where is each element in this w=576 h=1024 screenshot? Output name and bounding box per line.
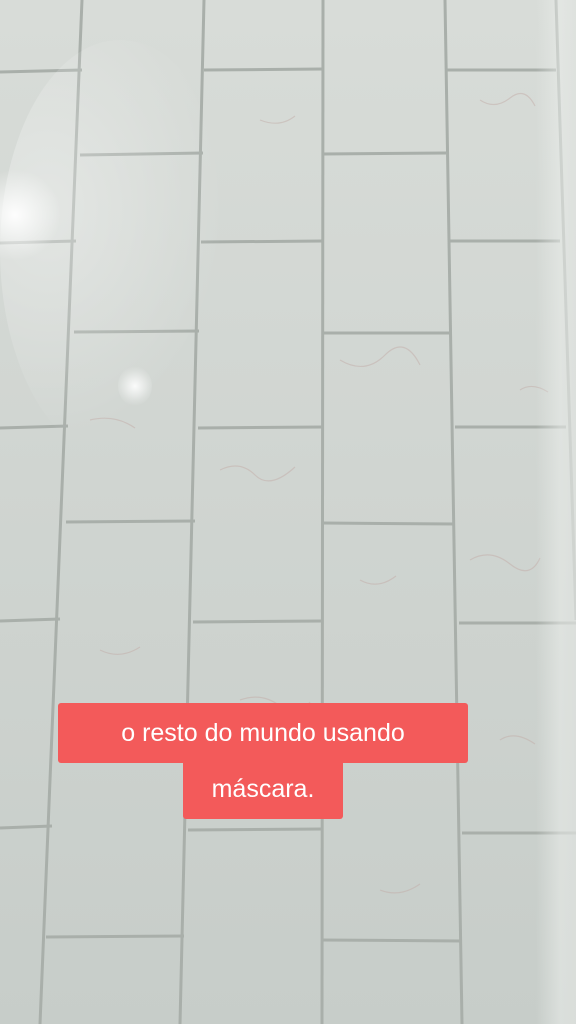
caption-line-1: o resto do mundo usando [58, 703, 468, 763]
caption-line-2: máscara. [183, 759, 343, 819]
bathroom-tile-wall [0, 0, 576, 1024]
video-frame: o resto do mundo usando máscara. [0, 0, 576, 1024]
wall-edge [536, 0, 576, 1024]
